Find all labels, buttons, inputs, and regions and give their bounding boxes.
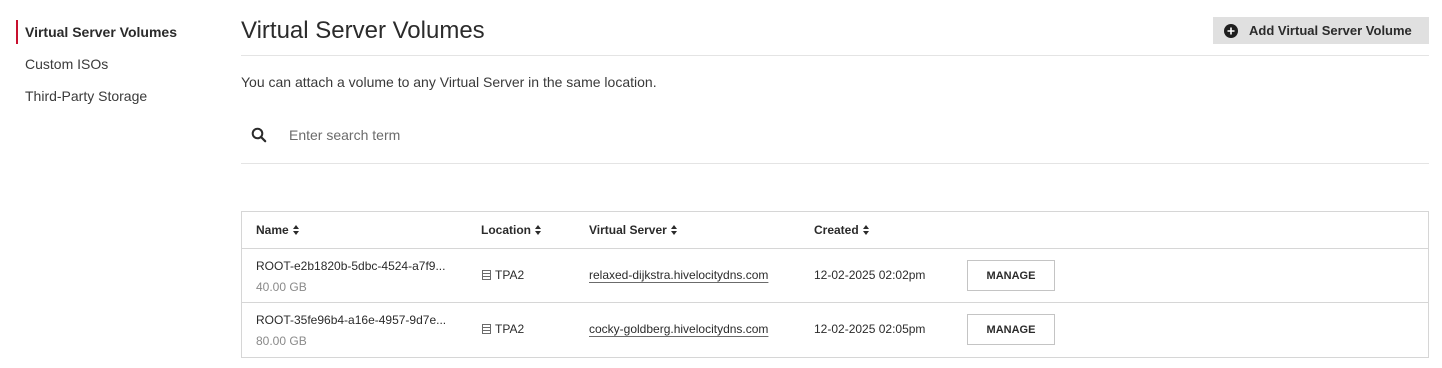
column-header-created[interactable]: Created [814, 223, 869, 237]
search-icon [251, 127, 267, 143]
page-description: You can attach a volume to any Virtual S… [241, 74, 657, 90]
manage-button[interactable]: MANAGE [967, 260, 1055, 291]
table-row: ROOT-e2b1820b-5dbc-4524-a7f9... 40.00 GB… [242, 249, 1428, 303]
volume-location: TPA2 [482, 268, 524, 282]
virtual-server-link[interactable]: cocky-goldberg.hivelocitydns.com [589, 322, 768, 336]
sidebar-item-third-party-storage[interactable]: Third-Party Storage [16, 84, 216, 108]
column-header-label: Created [814, 223, 859, 237]
header-divider [241, 55, 1429, 56]
volume-size: 80.00 GB [256, 334, 307, 348]
volume-name: ROOT-35fe96b4-a16e-4957-9d7e... [256, 313, 447, 327]
column-header-name[interactable]: Name [256, 223, 299, 237]
sidebar-item-virtual-server-volumes[interactable]: Virtual Server Volumes [16, 20, 216, 44]
column-header-location[interactable]: Location [481, 223, 541, 237]
manage-button[interactable]: MANAGE [967, 314, 1055, 345]
column-header-virtual-server[interactable]: Virtual Server [589, 223, 677, 237]
volume-location: TPA2 [482, 322, 524, 336]
location-label: TPA2 [495, 322, 525, 336]
created-date: 12-02-2025 02:05pm [814, 322, 926, 336]
table-row: ROOT-35fe96b4-a16e-4957-9d7e... 80.00 GB… [242, 303, 1428, 357]
column-header-label: Location [481, 223, 531, 237]
search-bar [241, 118, 1429, 164]
sort-icon [292, 225, 299, 235]
plus-circle-icon [1224, 23, 1238, 38]
created-date: 12-02-2025 02:02pm [814, 268, 926, 282]
sort-icon [535, 225, 541, 235]
sort-icon [670, 225, 677, 235]
table-header: Name Location Virtual Server Created [242, 212, 1428, 249]
virtual-server-link[interactable]: relaxed-dijkstra.hivelocitydns.com [589, 268, 768, 282]
sort-icon [862, 225, 869, 235]
server-icon [482, 324, 491, 334]
column-header-label: Name [256, 223, 289, 237]
search-input[interactable] [289, 126, 889, 143]
volume-size: 40.00 GB [256, 280, 307, 294]
server-icon [482, 270, 491, 280]
sidebar-item-custom-isos[interactable]: Custom ISOs [16, 52, 216, 76]
column-header-label: Virtual Server [589, 223, 667, 237]
add-button-label: Add Virtual Server Volume [1249, 23, 1412, 38]
sidebar: Virtual Server Volumes Custom ISOs Third… [16, 20, 216, 116]
volumes-table: Name Location Virtual Server Created ROO… [241, 211, 1429, 358]
volume-name: ROOT-e2b1820b-5dbc-4524-a7f9... [256, 259, 446, 273]
location-label: TPA2 [495, 268, 525, 282]
add-virtual-server-volume-button[interactable]: Add Virtual Server Volume [1213, 17, 1429, 44]
page-title: Virtual Server Volumes [241, 17, 485, 44]
